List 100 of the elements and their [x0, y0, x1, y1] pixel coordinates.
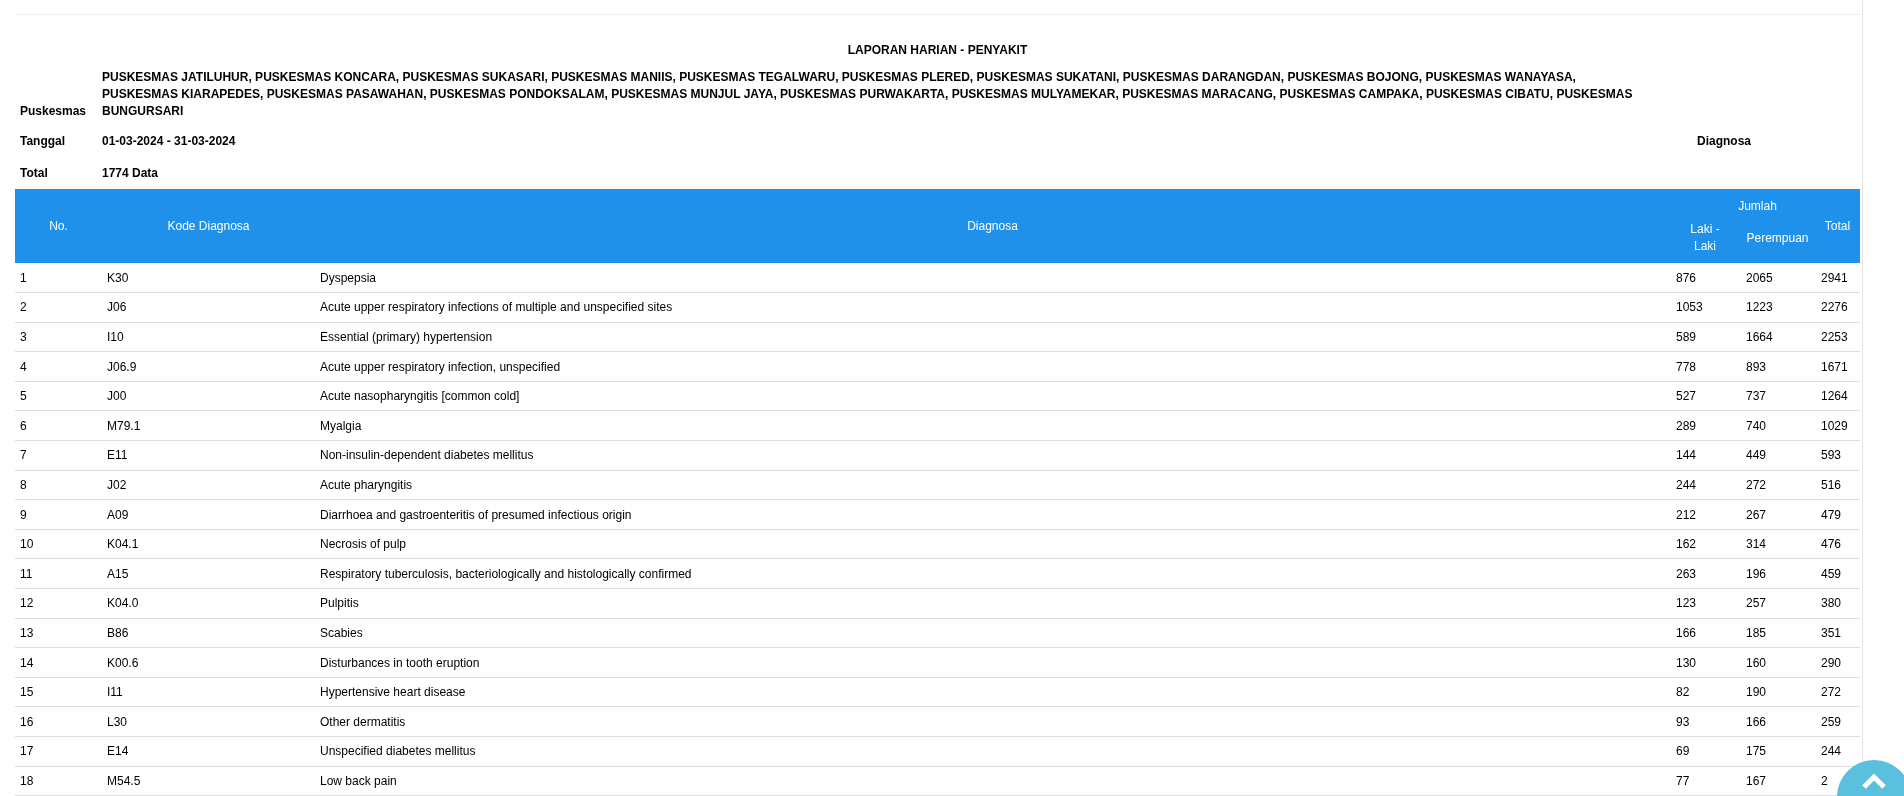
female-count: 196	[1740, 558, 1815, 589]
female-count: 1223	[1740, 292, 1815, 323]
diagnosis-name: Other dermatitis	[315, 706, 1670, 737]
row-number: 4	[15, 351, 102, 382]
female-count: 267	[1740, 499, 1815, 530]
diagnosis-code: K04.0	[102, 588, 315, 619]
column-header: Diagnosa	[315, 189, 1670, 263]
diagnosis-code: I10	[102, 322, 315, 352]
row-number: 7	[15, 440, 102, 471]
male-count: 77	[1670, 766, 1740, 796]
row-number: 12	[15, 588, 102, 619]
male-count: 93	[1670, 706, 1740, 737]
total-count: 272	[1815, 677, 1860, 707]
row-number: 3	[15, 322, 102, 352]
male-count: 144	[1670, 440, 1740, 471]
info-label: Diagnosa	[1697, 133, 1751, 150]
diagnosis-name: Non-insulin-dependent diabetes mellitus	[315, 440, 1670, 471]
row-number: 6	[15, 410, 102, 441]
total-count: 1029	[1815, 410, 1860, 441]
diagnosis-name: Acute nasopharyngitis [common cold]	[315, 381, 1670, 411]
total-count: 2276	[1815, 292, 1860, 323]
female-count: 2065	[1740, 263, 1815, 293]
diagnosis-code: K00.6	[102, 647, 315, 678]
female-count: 737	[1740, 381, 1815, 411]
diagnosis-name: Pulpitis	[315, 588, 1670, 619]
report-title: LAPORAN HARIAN - PENYAKIT	[846, 42, 1029, 59]
diagnosis-name: Hypertensive heart disease	[315, 677, 1670, 707]
male-count: 244	[1670, 470, 1740, 500]
diagnosis-name: Unspecified diabetes mellitus	[315, 736, 1670, 767]
total-count: 1264	[1815, 381, 1860, 411]
row-number: 2	[15, 292, 102, 323]
row-number: 9	[15, 499, 102, 530]
total-count: 380	[1815, 588, 1860, 619]
row-number: 16	[15, 706, 102, 737]
column-header: Laki - Laki	[1670, 221, 1740, 263]
column-header: Perempuan	[1740, 221, 1815, 263]
column-header: Jumlah	[1670, 189, 1815, 221]
diagnosis-name: Low back pain	[315, 766, 1670, 796]
diagnosis-code: M54.5	[102, 766, 315, 796]
male-count: 589	[1670, 322, 1740, 352]
female-count: 449	[1740, 440, 1815, 471]
diagnosis-code: A09	[102, 499, 315, 530]
diagnosis-code: J06	[102, 292, 315, 323]
row-number: 15	[15, 677, 102, 707]
total-count: 2941	[1815, 263, 1860, 293]
diagnosis-name: Acute upper respiratory infections of multiple and unspecified sites	[315, 292, 1670, 323]
male-count: 82	[1670, 677, 1740, 707]
row-number: 18	[15, 766, 102, 796]
info-label: Puskesmas	[20, 103, 88, 120]
diagnosis-code: K04.1	[102, 529, 315, 559]
diagnosis-code: L30	[102, 706, 315, 737]
total-count: 516	[1815, 470, 1860, 500]
diagnosis-code: M79.1	[102, 410, 315, 441]
female-count: 185	[1740, 618, 1815, 648]
row-number: 5	[15, 381, 102, 411]
female-count: 314	[1740, 529, 1815, 559]
male-count: 1053	[1670, 292, 1740, 323]
row-number: 13	[15, 618, 102, 648]
diagnosis-name: Acute pharyngitis	[315, 470, 1670, 500]
male-count: 212	[1670, 499, 1740, 530]
female-count: 272	[1740, 470, 1815, 500]
total-count: 479	[1815, 499, 1860, 530]
diagnosis-name: Dyspepsia	[315, 263, 1670, 293]
female-count: 257	[1740, 588, 1815, 619]
total-count: 259	[1815, 706, 1860, 737]
row-number: 1	[15, 263, 102, 293]
diagnosis-code: K30	[102, 263, 315, 293]
male-count: 166	[1670, 618, 1740, 648]
female-count: 893	[1740, 351, 1815, 382]
female-count: 167	[1740, 766, 1815, 796]
total-count: 2253	[1815, 322, 1860, 352]
diagnosis-code: J06.9	[102, 351, 315, 382]
male-count: 130	[1670, 647, 1740, 678]
diagnosis-code: B86	[102, 618, 315, 648]
diagnosis-code: A15	[102, 558, 315, 589]
row-number: 10	[15, 529, 102, 559]
male-count: 778	[1670, 351, 1740, 382]
column-header: Kode Diagnosa	[102, 189, 315, 263]
row-number: 17	[15, 736, 102, 767]
female-count: 190	[1740, 677, 1815, 707]
diagnosis-name: Myalgia	[315, 410, 1670, 441]
diagnosis-name: Respiratory tuberculosis, bacteriologically and histologically confirmed	[315, 558, 1670, 589]
diagnosis-name: Scabies	[315, 618, 1670, 648]
info-label: Tanggal	[20, 133, 67, 150]
male-count: 162	[1670, 529, 1740, 559]
male-count: 289	[1670, 410, 1740, 441]
row-number: 8	[15, 470, 102, 500]
row-number: 14	[15, 647, 102, 678]
chevron-up-icon	[1861, 772, 1887, 790]
female-count: 166	[1740, 706, 1815, 737]
female-count: 1664	[1740, 322, 1815, 352]
total-count: 244	[1815, 736, 1860, 767]
male-count: 876	[1670, 263, 1740, 293]
diagnosis-code: E11	[102, 440, 315, 471]
diagnosis-code: E14	[102, 736, 315, 767]
total-count: 351	[1815, 618, 1860, 648]
total-count: 459	[1815, 558, 1860, 589]
diagnosis-name: Disturbances in tooth eruption	[315, 647, 1670, 678]
total-count: 593	[1815, 440, 1860, 471]
info-value: PUSKESMAS JATILUHUR, PUSKESMAS KONCARA, PUSKESMAS SUKASARI, PUSKESMAS MANIIS, PUSKESMAS TEGALWARU, PUSKESMAS PLERED, PUSKESMAS SUKATANI, PUSKESMAS DARANGDAN, PUSKESMAS BOJONG, PUSKESMAS WANAYASA, PUSKESMAS KIARAPEDES, PUSKESMAS PASAWAHAN, PUSKESMAS PONDOKSALAM, PUSKESMAS MUNJUL JAYA, PUSKESMAS PURWAKARTA, PUSKESMAS MULYAMEKAR, PUSKESMAS MARACANG, PUSKESMAS CAMPAKA, PUSKESMAS CIBATU, PUSKESMAS BUNGURSARI	[102, 69, 1634, 120]
